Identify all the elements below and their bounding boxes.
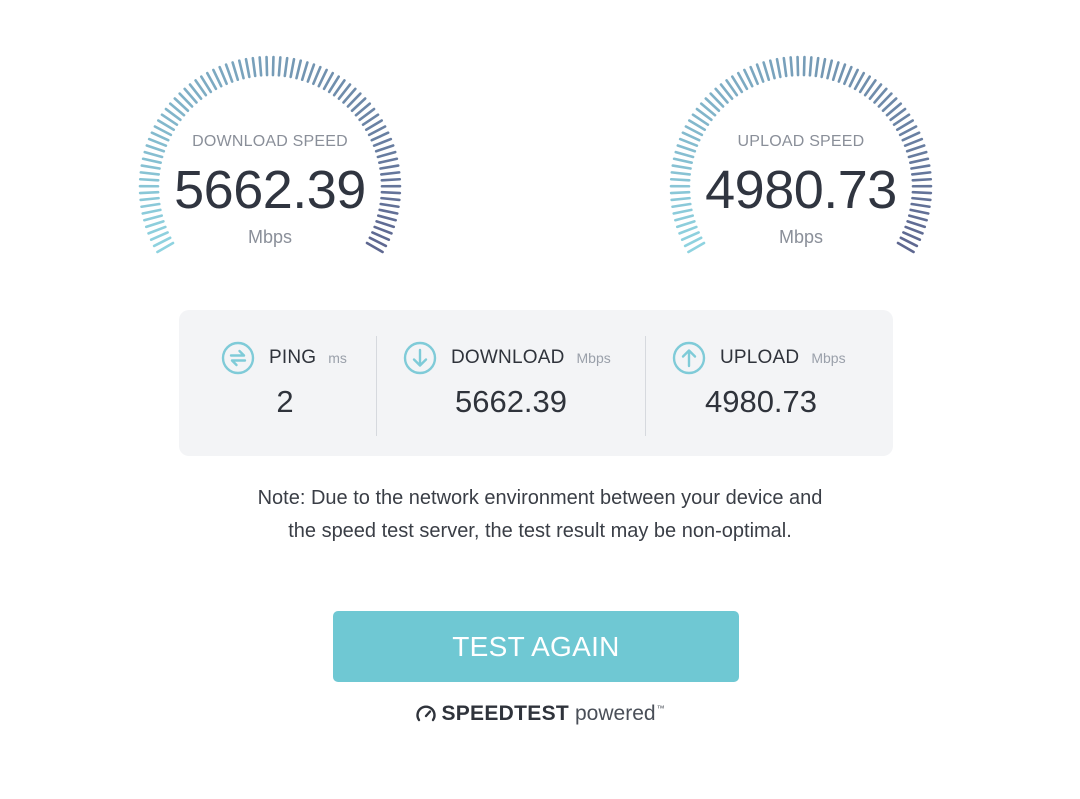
gauge-tick <box>244 57 251 79</box>
upload-arrow-icon <box>672 341 706 375</box>
download-value: 5662.39 <box>454 384 568 419</box>
gauge-tick <box>755 63 765 83</box>
download-stat-header: DOWNLOAD Mbps <box>403 341 611 375</box>
gauge-tick <box>762 61 771 82</box>
ping-unit: ms <box>328 350 347 366</box>
upload-speed-gauge: UPLOAD SPEED 4980.73 Mbps <box>661 55 941 275</box>
trademark-symbol: ™ <box>656 703 665 713</box>
upload-stat: UPLOAD Mbps 4980.73 <box>645 310 893 456</box>
gauge-tick <box>224 63 234 83</box>
gauge-tick <box>258 56 263 77</box>
upload-value: 4980.73 <box>704 384 818 419</box>
gauge-tick <box>277 56 282 77</box>
download-unit: Mbps <box>576 350 611 366</box>
download-speed-value: 5662.39 <box>174 160 366 220</box>
speedtest-gauge-icon <box>416 705 437 722</box>
download-stat: DOWNLOAD Mbps 5662.39 <box>377 310 645 456</box>
gauge-tick <box>300 61 309 82</box>
gauge-tick <box>789 56 794 77</box>
gauge-tick <box>820 57 827 79</box>
gauge-tick <box>907 150 928 159</box>
upload-stat-header: UPLOAD Mbps <box>672 341 846 375</box>
ping-stat: PING ms 2 <box>179 310 377 456</box>
gauge-tick <box>782 56 788 78</box>
gauge-tick <box>251 56 257 78</box>
gauge-tick <box>312 65 322 86</box>
powered-text: powered <box>575 702 656 725</box>
test-again-button[interactable]: TEST AGAIN <box>333 611 739 682</box>
gauge-tick <box>375 220 396 229</box>
gauge-tick <box>906 220 927 229</box>
gauge-tick <box>144 220 165 229</box>
gauge-tick <box>831 61 840 82</box>
speed-test-result-page: DOWNLOAD SPEED 5662.39 Mbps UPLOAD SPEED… <box>0 0 1080 799</box>
network-note-line-2: the speed test server, the test result m… <box>288 520 792 542</box>
gauge-tick <box>295 59 303 80</box>
upload-label: UPLOAD <box>720 347 800 368</box>
gauge-tick <box>376 150 397 159</box>
speedtest-powered-logo: SPEEDTEST powered ™ <box>0 702 1080 726</box>
gauge-tick <box>218 65 228 86</box>
upload-speed-label: UPLOAD SPEED <box>737 133 865 150</box>
ping-icon <box>221 341 255 375</box>
download-label: DOWNLOAD <box>451 347 565 368</box>
download-speed-label: DOWNLOAD SPEED <box>192 133 348 150</box>
gauge-tick <box>674 150 695 159</box>
upload-speed-value: 4980.73 <box>705 160 897 220</box>
speedtest-brand: SPEEDTEST <box>441 702 569 725</box>
upload-speed-unit: Mbps <box>778 227 823 247</box>
gauge-tick <box>826 59 834 80</box>
network-note: Note: Due to the network environment bet… <box>140 482 940 548</box>
download-speed-gauge: DOWNLOAD SPEED 5662.39 Mbps <box>130 55 410 275</box>
gauge-tick <box>749 65 759 86</box>
gauge-tick <box>768 59 776 80</box>
ping-stat-header: PING ms <box>221 341 347 375</box>
speed-stats-card: PING ms 2 DOWNLOAD Mbps 5662.39 UPLOAD M… <box>179 310 893 456</box>
gauge-tick <box>306 63 316 83</box>
download-arrow-icon <box>403 341 437 375</box>
gauge-tick <box>837 63 847 83</box>
download-speed-unit: Mbps <box>247 227 292 247</box>
gauge-tick <box>237 59 245 80</box>
gauge-tick <box>814 56 820 78</box>
gauge-tick <box>675 220 696 229</box>
network-note-line-1: Note: Due to the network environment bet… <box>257 487 823 509</box>
ping-label: PING <box>269 347 317 368</box>
gauge-tick <box>231 61 240 82</box>
gauge-tick <box>283 56 289 78</box>
ping-value: 2 <box>276 384 294 419</box>
gauge-tick <box>808 56 813 77</box>
gauge-tick <box>775 57 782 79</box>
gauge-tick <box>289 57 296 79</box>
gauge-tick <box>143 150 164 159</box>
gauge-tick <box>843 65 853 86</box>
upload-unit: Mbps <box>811 350 846 366</box>
